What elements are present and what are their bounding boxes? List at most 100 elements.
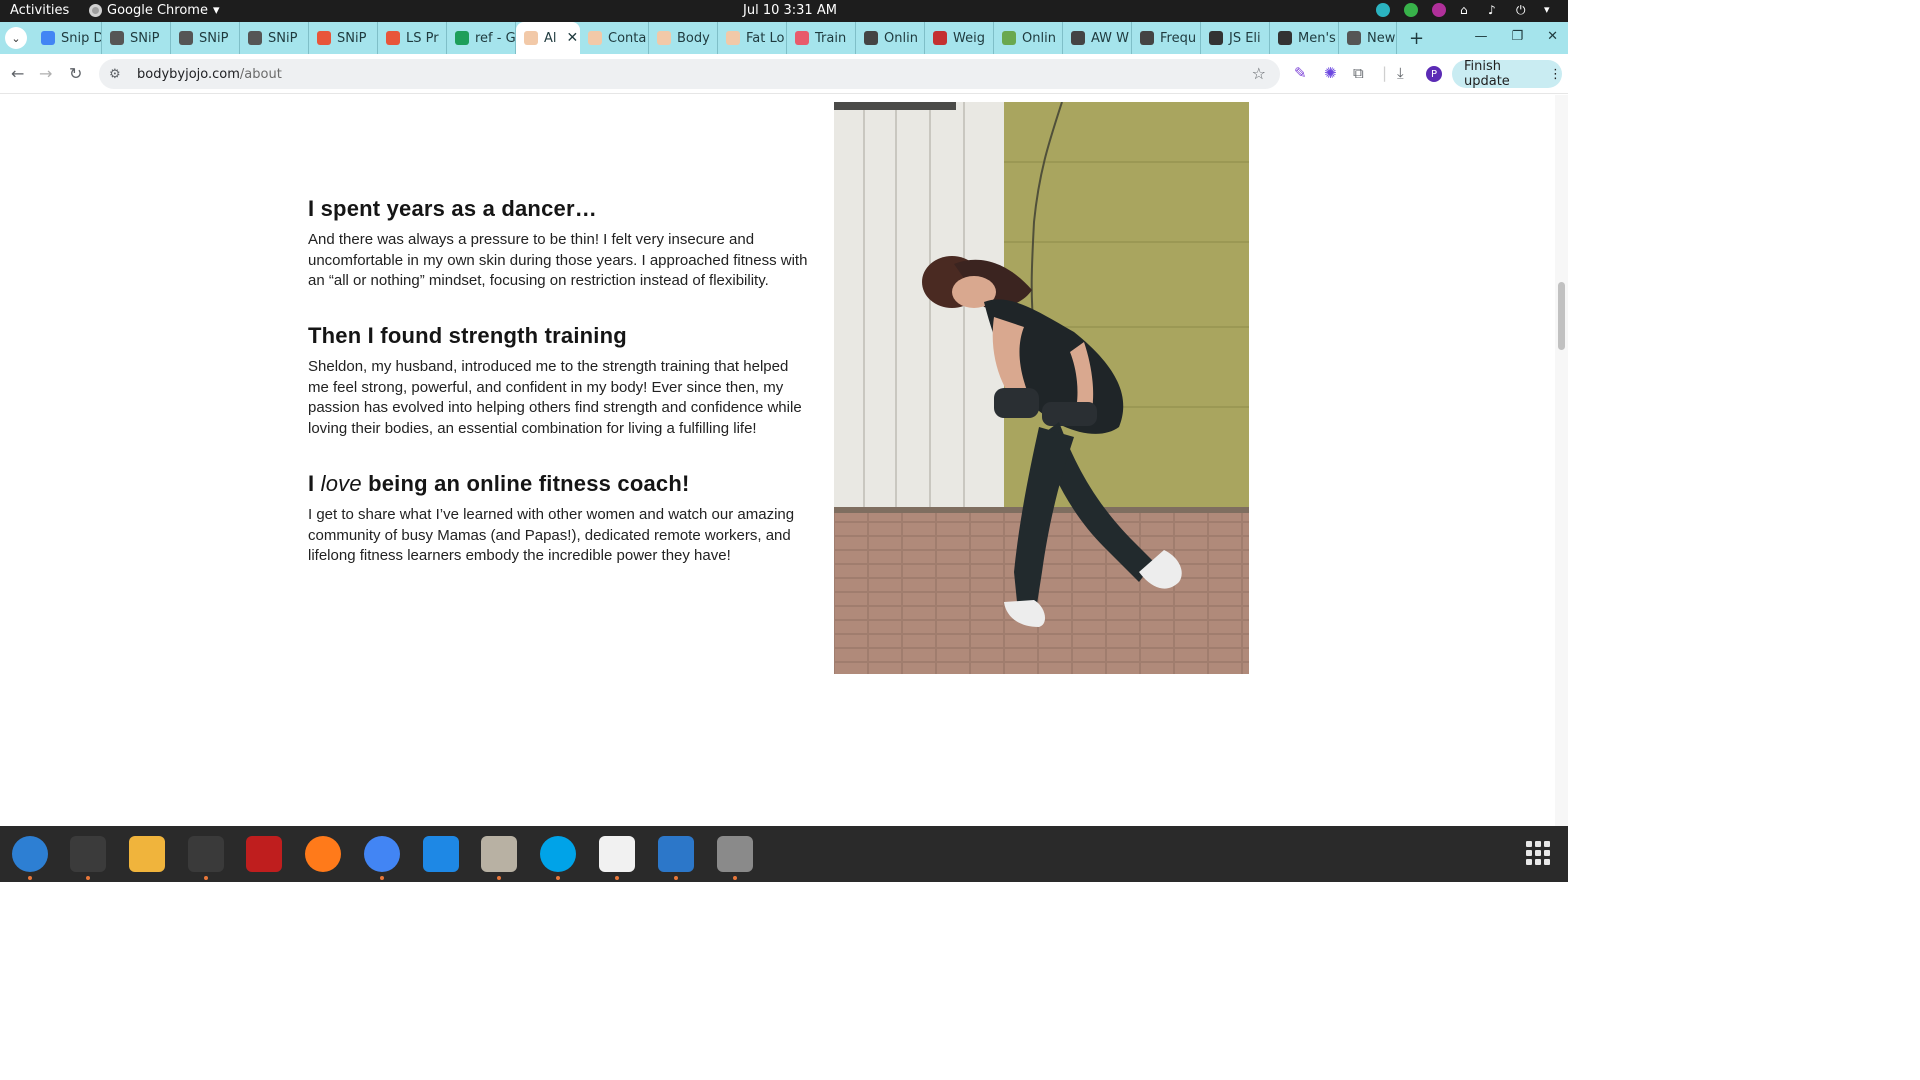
system-tray[interactable]: ⌂ ♪ ⏻ ▾ [1376, 3, 1558, 17]
tab-favicon-icon [1140, 31, 1154, 45]
browser-tab[interactable]: Fat Lo [718, 22, 787, 54]
tray-app-icon[interactable] [1432, 3, 1446, 17]
finish-update-button[interactable]: Finish update ⋮ [1452, 59, 1562, 89]
running-indicator [674, 876, 678, 880]
tab-label: Onlin [884, 30, 918, 46]
running-indicator [497, 876, 501, 880]
running-indicator [733, 876, 737, 880]
url-domain: bodybyjojo.com [137, 66, 240, 82]
reload-icon[interactable]: ↻ [69, 64, 82, 83]
more-menu-icon[interactable]: ⋮ [1549, 67, 1562, 82]
running-indicator [28, 876, 32, 880]
clock[interactable]: Jul 10 3:31 AM [743, 3, 837, 18]
new-tab-button[interactable]: + [1409, 28, 1424, 49]
app-menu[interactable]: Google Chrome ▾ [89, 3, 220, 18]
terminal-icon[interactable] [70, 836, 106, 872]
browser-tab[interactable]: ref - G [447, 22, 516, 54]
browser-tab[interactable]: Body [649, 22, 718, 54]
browser-tab[interactable]: Weig [925, 22, 994, 54]
page-viewport: I spent years as a dancer… And there was… [0, 95, 1555, 826]
disk-utility-icon[interactable] [717, 836, 753, 872]
browser-tab[interactable]: Conta [580, 22, 649, 54]
vscode-icon[interactable] [423, 836, 459, 872]
toolbar-divider: | [1382, 64, 1388, 82]
thunderbird-icon[interactable] [12, 836, 48, 872]
heading-strength-training: Then I found strength training [308, 323, 627, 348]
sparkle-extension-icon[interactable]: ✺ [1324, 64, 1337, 82]
restore-icon[interactable]: ❐ [1511, 29, 1523, 44]
libreoffice-impress-icon[interactable] [658, 836, 694, 872]
coach-photo-illustration [834, 102, 1249, 674]
running-indicator [380, 876, 384, 880]
browser-tab[interactable]: SNiP [240, 22, 309, 54]
tab-favicon-icon [657, 31, 671, 45]
power-icon[interactable]: ⏻ [1516, 3, 1530, 17]
tab-label: New [1367, 30, 1396, 46]
tab-favicon-icon [317, 31, 331, 45]
firefox-icon[interactable] [305, 836, 341, 872]
tray-app-icon[interactable] [1376, 3, 1390, 17]
browser-tab[interactable]: SNiP [309, 22, 378, 54]
back-icon[interactable]: ← [11, 64, 24, 83]
browser-tab[interactable]: Train [787, 22, 856, 54]
browser-tab[interactable]: New [1339, 22, 1397, 54]
pen-extension-icon[interactable]: ✎ [1294, 64, 1307, 82]
browser-tab[interactable]: Onlin [856, 22, 925, 54]
chevron-down-icon: ▾ [212, 3, 220, 18]
heading-prefix: I [308, 471, 321, 496]
page-scrollbar[interactable] [1555, 95, 1568, 826]
tray-check-icon[interactable] [1404, 3, 1418, 17]
browser-tab[interactable]: AW W [1063, 22, 1132, 54]
tab-favicon-icon [1278, 31, 1292, 45]
tab-favicon-icon [864, 31, 878, 45]
tab-favicon-icon [795, 31, 809, 45]
browser-tab[interactable]: Onlin [994, 22, 1063, 54]
tab-label: SNiP [268, 30, 298, 46]
browser-tab[interactable]: JS Eli [1201, 22, 1270, 54]
text-editor-icon[interactable] [599, 836, 635, 872]
tab-label: Frequ [1160, 30, 1197, 46]
profile-avatar[interactable]: P [1426, 66, 1442, 82]
browser-tab[interactable]: Al ✕ [516, 22, 580, 54]
tab-label: Train [815, 30, 847, 46]
browser-tab[interactable]: Men's [1270, 22, 1339, 54]
browser-tab[interactable]: Frequ [1132, 22, 1201, 54]
files-icon[interactable] [481, 836, 517, 872]
filezilla-icon[interactable] [246, 836, 282, 872]
tab-label: LS Pr [406, 30, 439, 46]
minimize-icon[interactable]: — [1474, 29, 1487, 44]
browser-tab[interactable]: LS Pr [378, 22, 447, 54]
network-icon[interactable]: ⌂ [1460, 3, 1474, 17]
extensions-puzzle-icon[interactable]: ⧉ [1353, 64, 1364, 82]
skype-icon[interactable] [540, 836, 576, 872]
heading-online-coach: I love being an online fitness coach! [308, 471, 690, 497]
download-icon[interactable]: ⤓ [1397, 64, 1404, 82]
close-tab-icon[interactable]: ✕ [567, 30, 579, 46]
browser-tab[interactable]: Snip D [33, 22, 102, 54]
system-monitor-icon[interactable] [188, 836, 224, 872]
coach-photo [834, 102, 1249, 674]
scrollbar-thumb[interactable] [1558, 282, 1565, 350]
calculator-icon[interactable] [129, 836, 165, 872]
activities-button[interactable]: Activities [10, 3, 69, 18]
tab-favicon-icon [726, 31, 740, 45]
tab-label: SNiP [337, 30, 367, 46]
browser-tab[interactable]: SNiP [171, 22, 240, 54]
heading-emphasis: love [320, 471, 362, 496]
chrome-icon[interactable] [364, 836, 400, 872]
tab-label: SNiP [130, 30, 160, 46]
show-apps-grid-icon[interactable] [1526, 841, 1550, 865]
volume-icon[interactable]: ♪ [1488, 3, 1502, 17]
bookmark-star-icon[interactable]: ☆ [1252, 64, 1266, 83]
tab-favicon-icon [455, 31, 469, 45]
address-bar[interactable]: ⚙ bodybyjojo.com/about ☆ [99, 59, 1280, 89]
browser-tab[interactable]: SNiP [102, 22, 171, 54]
tab-favicon-icon [524, 31, 538, 45]
heading-dancer: I spent years as a dancer… [308, 196, 597, 221]
tab-favicon-icon [588, 31, 602, 45]
close-icon[interactable]: ✕ [1547, 29, 1558, 44]
tab-search-button[interactable]: ⌄ [5, 27, 27, 49]
chevron-down-icon[interactable]: ▾ [1544, 3, 1558, 17]
site-info-icon[interactable]: ⚙ [109, 67, 125, 82]
forward-icon[interactable]: → [39, 64, 52, 83]
